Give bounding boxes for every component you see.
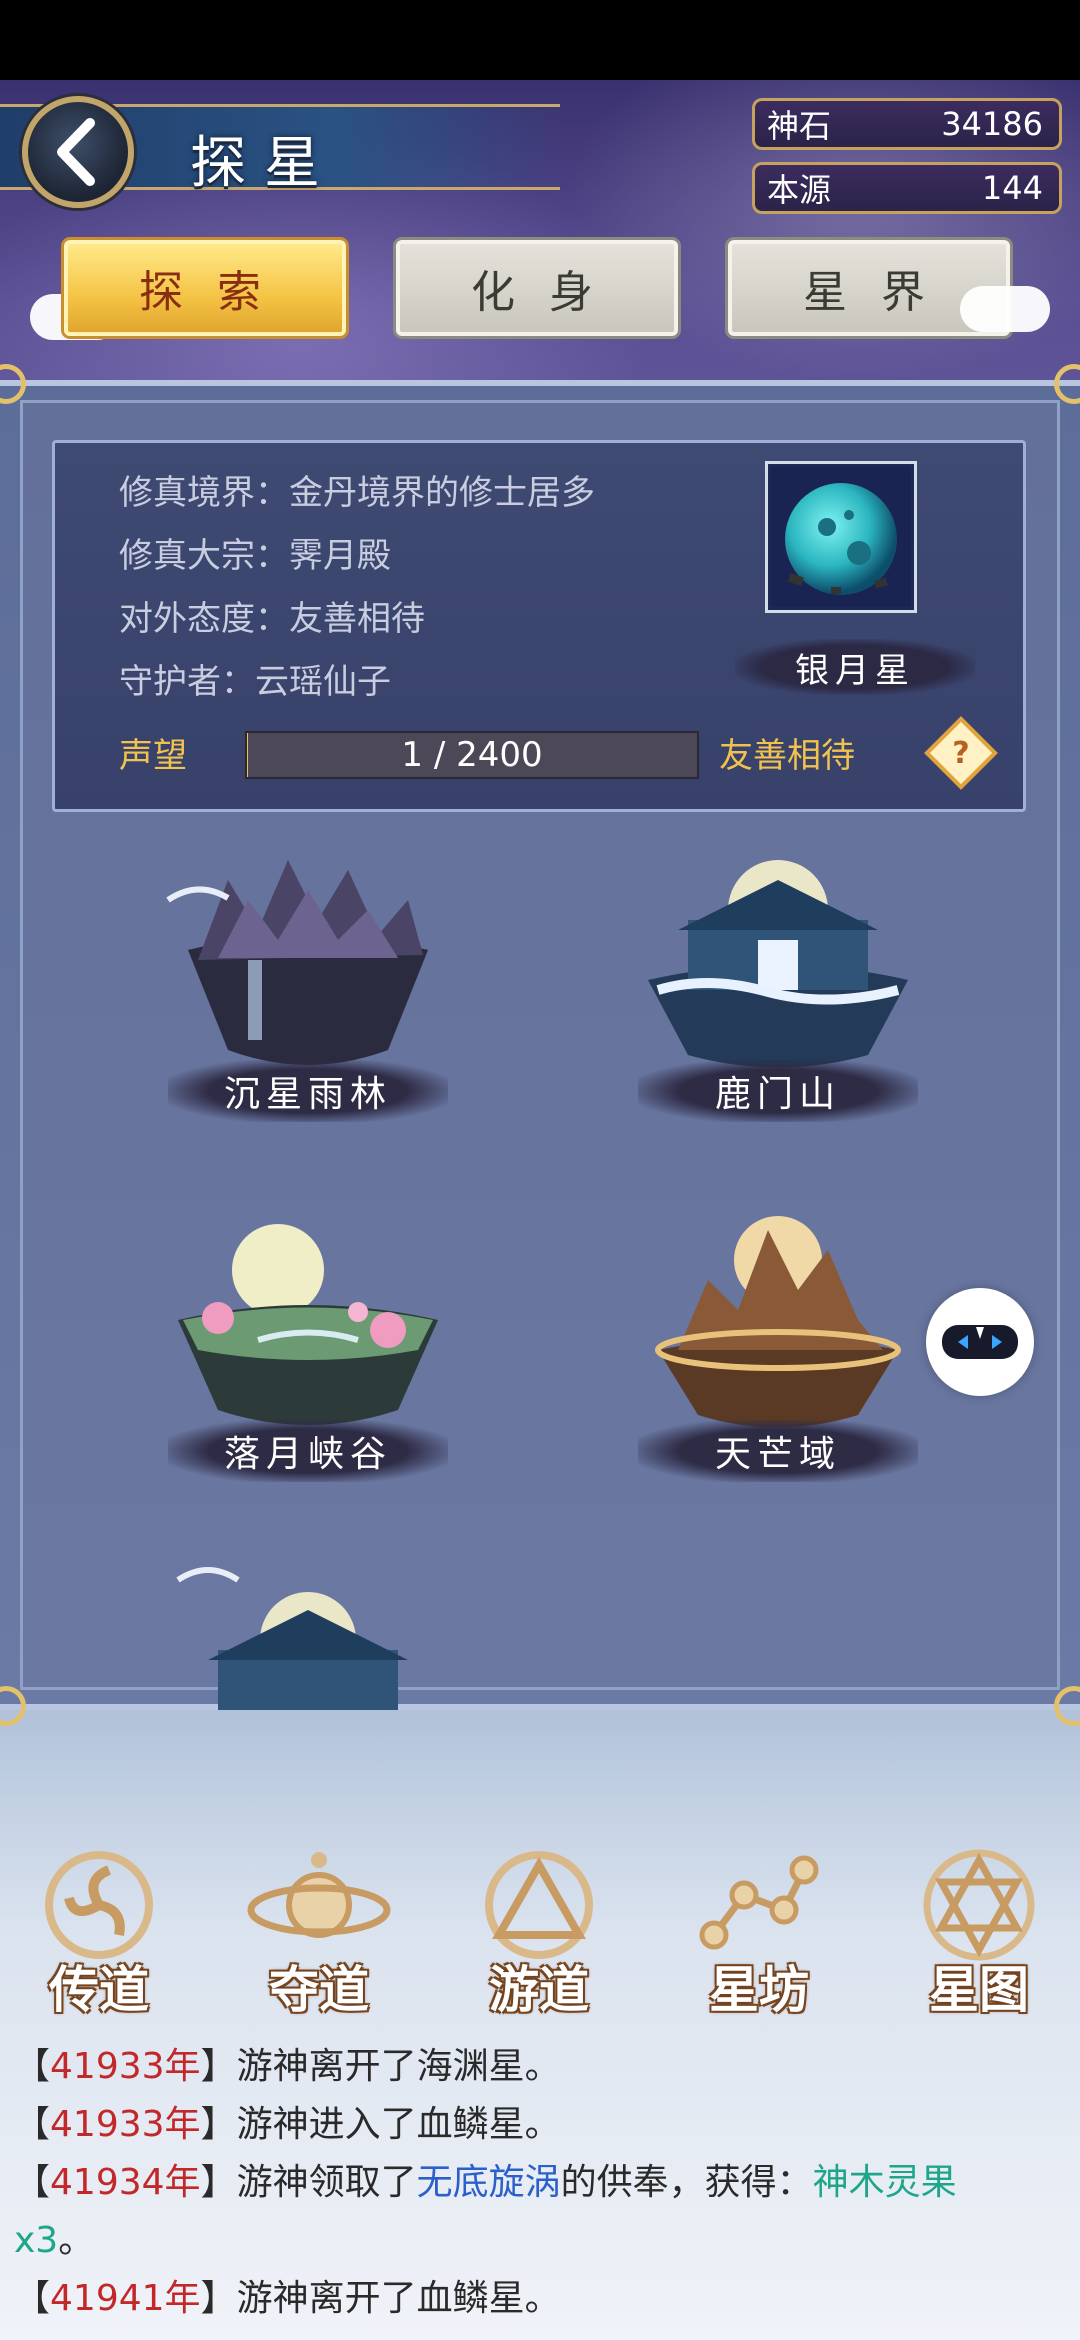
nav-label: 星坊: [709, 1960, 809, 2019]
log-year: 41934年: [50, 2162, 201, 2203]
floating-island-icon: [166, 860, 428, 1065]
reputation-status: 友善相待: [719, 736, 855, 776]
floating-island-icon: [178, 1224, 438, 1425]
tab-avatar[interactable]: 化 身: [396, 240, 678, 336]
location-label: 鹿门山: [638, 1060, 918, 1122]
floating-island-icon: [648, 860, 908, 1068]
log-text: 的供奉，获得：: [560, 2162, 813, 2203]
log-item-count: x3: [14, 2220, 59, 2261]
reputation-bar: 1 / 2400: [245, 731, 699, 779]
location-tianmang-domain[interactable]: 天芒域: [628, 1200, 928, 1520]
bracket: 【: [14, 2046, 51, 2087]
nav-label: 游道: [489, 1960, 589, 2019]
log-text: 游神离开了血鳞星。: [236, 2278, 561, 2319]
location-partial[interactable]: [158, 1560, 458, 1710]
log-text: 游神领取了: [236, 2162, 417, 2203]
nav-label: 星图: [929, 1960, 1029, 2019]
bracket: 】: [200, 2278, 237, 2319]
info-cultivation-level: 修真境界：金丹境界的修士居多: [119, 473, 595, 513]
log-year: 41941年: [50, 2278, 201, 2319]
log-item: 神木灵果: [812, 2162, 957, 2203]
nav-chuandao[interactable]: 传道: [14, 1840, 184, 2019]
log-text: 游神离开了海渊星。: [236, 2046, 561, 2087]
nav-duodao[interactable]: 夺道: [234, 1840, 404, 2019]
corner-ornament: [0, 1686, 26, 1726]
log-entry: 【41933年】游神离开了海渊星。: [14, 2038, 1074, 2096]
nav-xingtu[interactable]: 星图: [894, 1840, 1064, 2019]
location-label: 天芒域: [638, 1420, 918, 1482]
log-entry: 【41934年】游神领取了无底旋涡的供奉，获得：神木灵果: [14, 2154, 1074, 2212]
currency-label: 神石: [767, 107, 832, 145]
log-year: 41933年: [50, 2046, 201, 2087]
corner-ornament: [0, 364, 26, 404]
floating-island-icon: [176, 1567, 408, 1710]
game-scene: 探星 神石 34186 本源 144 探 索 化 身 星 界 修真境界：金丹境界…: [0, 80, 1080, 2340]
bracket: 】: [200, 2046, 237, 2087]
reputation-label: 声望: [119, 736, 187, 776]
currency-value: 144: [981, 169, 1043, 207]
help-button[interactable]: ?: [924, 716, 998, 790]
bracket: 】: [200, 2162, 237, 2203]
info-attitude: 对外态度：友善相待: [119, 599, 425, 639]
nav-label: 传道: [49, 1960, 149, 2019]
bracket: 【: [14, 2278, 51, 2319]
back-button[interactable]: [22, 96, 134, 208]
corner-ornament: [1054, 1686, 1080, 1726]
log-text: 游神进入了血鳞星。: [236, 2104, 561, 2145]
status-bar: [0, 0, 1080, 80]
reputation-value: 1 / 2400: [401, 735, 543, 775]
cloud-decoration: [960, 286, 1050, 332]
location-label: 落月峡谷: [168, 1420, 448, 1482]
location-lumen-mountain[interactable]: 鹿门山: [628, 840, 928, 1160]
planet-thumbnail[interactable]: [765, 461, 917, 613]
game-controller-icon: [942, 1325, 1018, 1359]
info-guardian: 守护者：云瑶仙子: [119, 662, 391, 702]
log-text: 。: [58, 2220, 95, 2261]
currency-value: 34186: [941, 105, 1043, 143]
log-year: 41933年: [50, 2104, 201, 2145]
bracket: 】: [200, 2104, 237, 2145]
currency-label: 本源: [767, 171, 832, 209]
floating-island-icon: [655, 1216, 901, 1428]
bracket: 【: [14, 2162, 51, 2203]
tab-explore[interactable]: 探 索: [64, 240, 346, 336]
log-entry: 【41933年】游神进入了血鳞星。: [14, 2096, 1074, 2154]
log-entry: 【41941年】游神离开了血鳞星。: [14, 2270, 1074, 2328]
floating-assistant-button[interactable]: [926, 1288, 1034, 1396]
location-luoyue-canyon[interactable]: 落月峡谷: [158, 1200, 458, 1520]
nav-youdao[interactable]: 游道: [454, 1840, 624, 2019]
currency-benyuan: 本源 144: [752, 162, 1062, 214]
corner-ornament: [1054, 364, 1080, 404]
log-entry-continued: x3。: [14, 2212, 1074, 2270]
page-title: 探星: [190, 131, 338, 196]
planet-icon: [771, 467, 911, 607]
question-icon: ?: [952, 735, 970, 771]
planet-info-box: 修真境界：金丹境界的修士居多 修真大宗：霁月殿 对外态度：友善相待 守护者：云瑶…: [52, 440, 1026, 812]
location-chenxing-rainforest[interactable]: 沉星雨林: [158, 840, 458, 1160]
nav-label: 夺道: [269, 1960, 369, 2019]
tab-label: 化 身: [471, 267, 603, 318]
tab-label: 星 界: [803, 267, 935, 318]
bracket: 【: [14, 2104, 51, 2145]
currency-shenshi: 神石 34186: [752, 98, 1062, 150]
location-label: 沉星雨林: [168, 1060, 448, 1122]
tab-label: 探 索: [139, 267, 271, 318]
nav-xingfang[interactable]: 星坊: [674, 1840, 844, 2019]
chevron-left-icon: [57, 118, 95, 186]
planet-name: 银月星: [735, 639, 975, 695]
event-log: 【41933年】游神离开了海渊星。 【41933年】游神进入了血鳞星。 【419…: [14, 2038, 1074, 2328]
log-place: 无底旋涡: [416, 2162, 561, 2203]
info-sect: 修真大宗：霁月殿: [119, 536, 391, 576]
